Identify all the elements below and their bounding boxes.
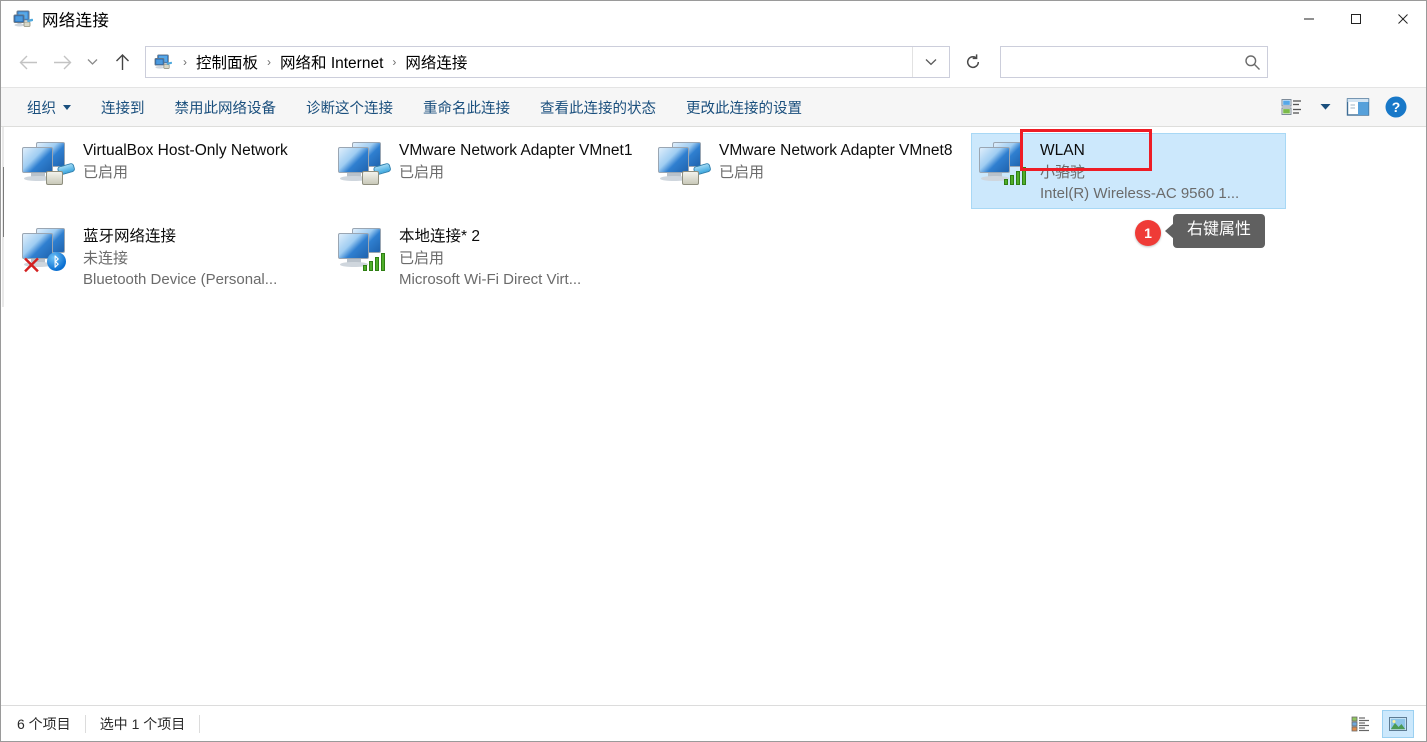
connection-name: 蓝牙网络连接 (83, 228, 177, 245)
breadcrumb-separator-2: › (392, 55, 397, 69)
connection-item-local-connection-2[interactable]: 本地连接* 2 已启用 Microsoft Wi-Fi Direct Virt.… (331, 219, 641, 299)
connection-name: VMware Network Adapter VMnet8 (719, 142, 953, 159)
breadcrumb-path-icon (154, 54, 173, 70)
connection-name: VirtualBox Host-Only Network (83, 142, 288, 159)
view-mode-buttons (1345, 709, 1426, 738)
connection-text: VMware Network Adapter VMnet8 已启用 (719, 139, 957, 183)
search-input[interactable] (1001, 54, 1237, 70)
preview-pane-icon[interactable] (1340, 91, 1376, 123)
connection-text: VirtualBox Host-Only Network 已启用 (83, 139, 321, 183)
search-icon[interactable] (1237, 54, 1267, 71)
command-connect-to-label: 连接到 (101, 100, 145, 117)
window-title: 网络连接 (42, 12, 110, 30)
window-controls (1285, 1, 1426, 37)
breadcrumb-separator-0: › (183, 55, 187, 69)
connection-status: 已启用 (399, 250, 445, 267)
navigation-pane-edge (2, 127, 4, 307)
address-bar-row: › 控制面板 › 网络和 Internet › 网络连接 (1, 37, 1426, 87)
change-view-icon[interactable] (1274, 91, 1310, 123)
status-item-count: 6 个项目 (17, 715, 71, 732)
connections-list: VirtualBox Host-Only Network 已启用 VMware … (1, 127, 1426, 705)
forward-button[interactable] (45, 45, 79, 79)
large-icons-view-icon[interactable] (1382, 709, 1414, 738)
network-adapter-icon (335, 141, 393, 193)
command-connect-to[interactable]: 连接到 (89, 90, 157, 125)
command-diagnose-label: 诊断这个连接 (306, 100, 393, 117)
chevron-down-icon (63, 104, 71, 110)
command-rename[interactable]: 重命名此连接 (411, 90, 522, 125)
minimize-button[interactable] (1285, 1, 1332, 37)
refresh-button[interactable] (952, 45, 994, 79)
breadcrumb-item-2[interactable]: 网络连接 (403, 51, 469, 73)
network-adapter-icon (655, 141, 713, 193)
search-box[interactable] (1000, 46, 1268, 78)
breadcrumb-item-1[interactable]: 网络和 Internet (278, 51, 385, 73)
maximize-button[interactable] (1332, 1, 1379, 37)
details-view-icon[interactable] (1345, 710, 1377, 738)
connection-item-virtualbox-host-only-network[interactable]: VirtualBox Host-Only Network 已启用 (15, 133, 325, 213)
connection-status: 已启用 (399, 164, 445, 181)
connection-device: Bluetooth Device (Personal... (83, 271, 278, 288)
command-view-status-label: 查看此连接的状态 (540, 100, 656, 117)
command-diagnose[interactable]: 诊断这个连接 (294, 90, 405, 125)
svg-text:?: ? (1392, 99, 1401, 115)
command-rename-label: 重命名此连接 (423, 100, 510, 117)
connection-name: VMware Network Adapter VMnet1 (399, 142, 633, 159)
command-organize[interactable]: 组织 (15, 90, 83, 125)
status-bar: 6 个项目 选中 1 个项目 (1, 705, 1426, 741)
annotation-highlight-box (1020, 129, 1152, 171)
address-dropdown-button[interactable] (912, 47, 949, 77)
back-button[interactable] (11, 45, 45, 79)
command-organize-label: 组织 (27, 100, 56, 117)
annotation-tooltip: 右键属性 (1164, 214, 1266, 248)
breadcrumb-item-0[interactable]: 控制面板 (194, 51, 260, 73)
chevron-down-icon[interactable] (1312, 91, 1338, 123)
breadcrumb[interactable]: › 控制面板 › 网络和 Internet › 网络连接 (146, 51, 912, 73)
command-disable-device-label: 禁用此网络设备 (174, 100, 277, 117)
connection-text: 本地连接* 2 已启用 Microsoft Wi-Fi Direct Virt.… (399, 225, 637, 290)
command-bar: 组织 连接到 禁用此网络设备 诊断这个连接 重命名此连接 查看此连接的状态 更改… (1, 87, 1426, 127)
help-icon[interactable]: ? (1378, 91, 1414, 123)
connection-item-bluetooth[interactable]: ᛒ ✕ 蓝牙网络连接 未连接 Bluetooth Device (Persona… (15, 219, 325, 299)
window-icon (13, 10, 34, 28)
command-view-status[interactable]: 查看此连接的状态 (528, 90, 668, 125)
breadcrumb-separator-1: › (267, 55, 272, 69)
annotation-step-badge: 1 (1135, 220, 1161, 246)
command-disable-device[interactable]: 禁用此网络设备 (163, 90, 289, 125)
bluetooth-adapter-icon: ᛒ ✕ (19, 227, 77, 279)
connection-device: Microsoft Wi-Fi Direct Virt... (399, 271, 582, 288)
connection-item-vmware-vmnet1[interactable]: VMware Network Adapter VMnet1 已启用 (331, 133, 641, 213)
close-button[interactable] (1379, 1, 1426, 37)
command-change-settings[interactable]: 更改此连接的设置 (674, 90, 814, 125)
connection-text: VMware Network Adapter VMnet1 已启用 (399, 139, 637, 183)
connection-status: 已启用 (83, 164, 129, 181)
up-button[interactable] (105, 45, 139, 79)
connection-status: 未连接 (83, 250, 129, 267)
wireless-adapter-icon (335, 227, 393, 279)
connection-status: 已启用 (719, 164, 765, 181)
connection-text: 蓝牙网络连接 未连接 Bluetooth Device (Personal... (83, 225, 321, 290)
title-bar: 网络连接 (1, 1, 1426, 37)
status-selection-count: 选中 1 个项目 (99, 715, 186, 732)
disconnected-x-icon: ✕ (21, 252, 42, 280)
status-divider (199, 714, 201, 733)
command-bar-right: ? (1274, 91, 1426, 123)
bluetooth-icon: ᛒ (47, 252, 66, 271)
address-box[interactable]: › 控制面板 › 网络和 Internet › 网络连接 (145, 46, 950, 78)
network-adapter-icon (19, 141, 77, 193)
connection-item-vmware-vmnet8[interactable]: VMware Network Adapter VMnet8 已启用 (651, 133, 961, 213)
connection-name: 本地连接* 2 (399, 228, 480, 245)
command-change-settings-label: 更改此连接的设置 (686, 100, 802, 117)
connection-device: Intel(R) Wireless-AC 9560 1... (1040, 185, 1240, 202)
network-connections-window: 网络连接 › 控制面板 › 网络和 Internet › 网络连接 组织 连接到… (0, 0, 1427, 742)
recent-locations-button[interactable] (79, 45, 105, 79)
